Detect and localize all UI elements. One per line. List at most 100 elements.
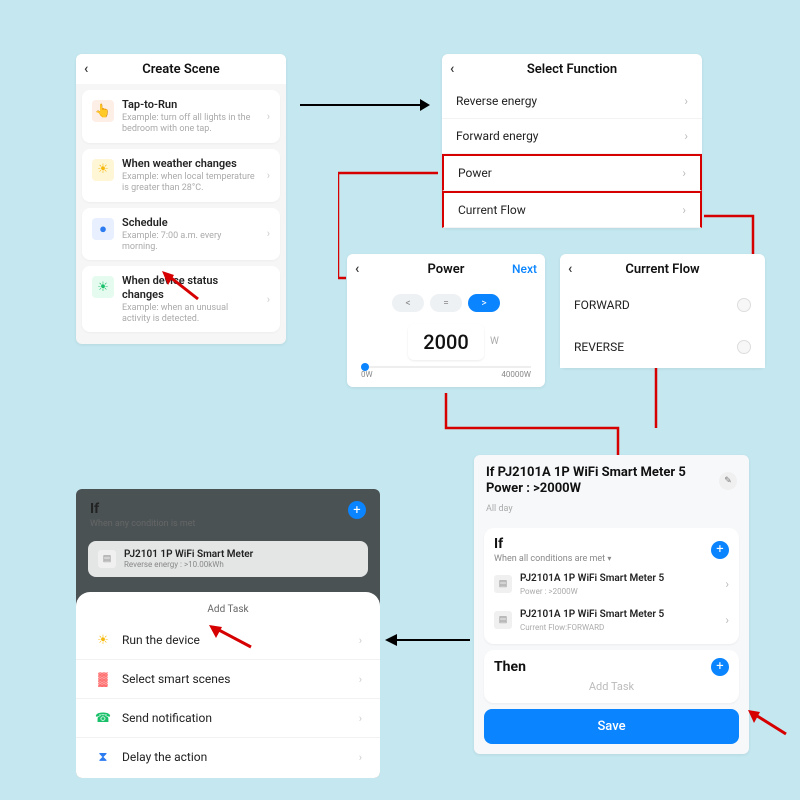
power-slider[interactable] bbox=[361, 366, 531, 368]
function-row[interactable]: Forward energy › bbox=[442, 119, 702, 154]
page-title: Current Flow bbox=[625, 262, 699, 277]
flow-arrow bbox=[385, 630, 470, 650]
scene-option[interactable]: ☀ When weather changes Example: when loc… bbox=[82, 149, 280, 202]
condition-item[interactable]: ▤ PJ2101A 1P WiFi Smart Meter 5 Power : … bbox=[494, 564, 729, 600]
function-row[interactable]: Current Flow› bbox=[442, 191, 702, 228]
chevron-right-icon: › bbox=[359, 634, 362, 647]
chevron-right-icon: › bbox=[725, 613, 729, 627]
task-icon: ▓ bbox=[94, 670, 112, 688]
task-label: Run the device bbox=[122, 633, 200, 647]
chevron-right-icon: › bbox=[682, 203, 686, 217]
condition-name: PJ2101 1P WiFi Smart Meter bbox=[124, 549, 253, 560]
option-subtitle: Example: 7:00 a.m. every morning. bbox=[122, 231, 259, 253]
scene-option[interactable]: ☀ When device status changes Example: wh… bbox=[82, 266, 280, 332]
option-label: FORWARD bbox=[574, 298, 630, 312]
task-label: Delay the action bbox=[122, 750, 207, 764]
task-icon: ☎ bbox=[94, 709, 112, 727]
sheet-title: Add Task bbox=[76, 598, 380, 621]
op-equal[interactable]: = bbox=[430, 294, 462, 312]
condition-detail: Current Flow:FORWARD bbox=[520, 623, 717, 632]
option-subtitle: Example: turn off all lights in the bedr… bbox=[122, 113, 259, 135]
task-option[interactable]: ⧗ Delay the action › bbox=[76, 738, 380, 776]
add-task-placeholder[interactable]: Add Task bbox=[494, 676, 729, 699]
if-label: If bbox=[90, 501, 366, 517]
if-sublabel: When all conditions are met ▾ bbox=[494, 554, 611, 564]
task-option[interactable]: ▓ Select smart scenes › bbox=[76, 660, 380, 699]
add-condition-button[interactable]: + bbox=[348, 501, 366, 519]
task-option[interactable]: ☀ Run the device › bbox=[76, 621, 380, 660]
back-icon[interactable]: ‹ bbox=[355, 261, 359, 277]
condition-name: PJ2101A 1P WiFi Smart Meter 5 bbox=[520, 609, 717, 621]
if-section: If When all conditions are met ▾ + ▤ PJ2… bbox=[484, 528, 739, 644]
option-subtitle: Example: when an unusual activity is det… bbox=[122, 303, 259, 325]
panel-header: ‹ Current Flow bbox=[560, 254, 765, 284]
range-max: 40000W bbox=[501, 370, 531, 379]
power-value-input[interactable]: 2000 bbox=[408, 324, 484, 360]
select-function-panel: ‹ Select Function Reverse energy›Forward… bbox=[442, 54, 702, 228]
page-title: Create Scene bbox=[142, 62, 220, 77]
chevron-right-icon: › bbox=[359, 751, 362, 764]
back-icon[interactable]: ‹ bbox=[568, 261, 572, 277]
unit-label: W bbox=[490, 336, 499, 347]
device-icon: ▤ bbox=[494, 611, 512, 629]
schedule-label: All day bbox=[474, 504, 749, 522]
task-icon: ⧗ bbox=[94, 748, 112, 766]
if-label: If bbox=[494, 536, 611, 552]
page-title: Select Function bbox=[527, 62, 617, 77]
create-scene-panel: ‹ Create Scene 👆 Tap-to-Run Example: tur… bbox=[76, 54, 286, 344]
operator-segment: < = > bbox=[347, 284, 545, 318]
option-title: When device status changes bbox=[122, 274, 259, 300]
next-button[interactable]: Next bbox=[512, 262, 537, 276]
function-label: Reverse energy bbox=[456, 94, 537, 108]
condition-item[interactable]: ▤ PJ2101A 1P WiFi Smart Meter 5 Current … bbox=[494, 600, 729, 636]
chevron-right-icon: › bbox=[684, 129, 688, 143]
option-title: When weather changes bbox=[122, 157, 259, 170]
then-label: Then bbox=[494, 659, 526, 675]
chevron-right-icon: › bbox=[359, 712, 362, 725]
current-flow-panel: ‹ Current Flow FORWARD REVERSE bbox=[560, 254, 765, 368]
highlight-arrow bbox=[748, 710, 788, 736]
radio-icon bbox=[737, 340, 751, 354]
option-subtitle: Example: when local temperature is great… bbox=[122, 172, 259, 194]
chevron-right-icon: › bbox=[267, 293, 270, 306]
option-title: Tap-to-Run bbox=[122, 98, 259, 111]
option-title: Schedule bbox=[122, 216, 259, 229]
scene-option[interactable]: 👆 Tap-to-Run Example: turn off all light… bbox=[82, 90, 280, 143]
task-label: Select smart scenes bbox=[122, 672, 230, 686]
device-icon: ▤ bbox=[98, 550, 116, 568]
save-button[interactable]: Save bbox=[484, 709, 739, 744]
rule-header: If PJ2101A 1P WiFi Smart Meter 5 Power :… bbox=[474, 455, 749, 504]
range-min: 0W bbox=[361, 370, 373, 379]
add-condition-button[interactable]: + bbox=[711, 541, 729, 559]
scene-option[interactable]: ● Schedule Example: 7:00 a.m. every morn… bbox=[82, 208, 280, 261]
back-icon[interactable]: ‹ bbox=[450, 61, 454, 77]
slider-range: 0W 40000W bbox=[347, 368, 545, 387]
condition-detail: Power : >2000W bbox=[520, 587, 717, 596]
chevron-right-icon: › bbox=[359, 673, 362, 686]
then-section: Then + Add Task bbox=[484, 650, 739, 703]
chevron-right-icon: › bbox=[684, 94, 688, 108]
flow-arrow bbox=[300, 95, 430, 115]
device-icon: ▤ bbox=[494, 575, 512, 593]
function-row[interactable]: Reverse energy › bbox=[442, 84, 702, 119]
back-icon[interactable]: ‹ bbox=[84, 61, 88, 77]
rule-panel: If PJ2101A 1P WiFi Smart Meter 5 Power :… bbox=[474, 455, 749, 754]
task-label: Send notification bbox=[122, 711, 212, 725]
page-title: Power bbox=[428, 262, 465, 277]
op-less-than[interactable]: < bbox=[392, 294, 424, 312]
add-task-modal: If When any condition is met + ▤ PJ2101 … bbox=[76, 489, 380, 778]
edit-icon[interactable]: ✎ bbox=[719, 472, 737, 490]
option-icon: ● bbox=[92, 218, 114, 240]
flow-option[interactable]: REVERSE bbox=[560, 326, 765, 368]
function-row[interactable]: Power› bbox=[442, 154, 702, 191]
flow-option[interactable]: FORWARD bbox=[560, 284, 765, 326]
task-option[interactable]: ☎ Send notification › bbox=[76, 699, 380, 738]
condition-item[interactable]: ▤ PJ2101 1P WiFi Smart Meter Reverse ene… bbox=[88, 541, 368, 577]
if-sublabel: When any condition is met bbox=[90, 519, 366, 529]
add-task-button[interactable]: + bbox=[711, 658, 729, 676]
option-icon: ☀ bbox=[92, 276, 114, 298]
function-label: Forward energy bbox=[456, 129, 539, 143]
op-greater-than[interactable]: > bbox=[468, 294, 500, 312]
action-sheet: Add Task ☀ Run the device › ▓ Select sma… bbox=[76, 592, 380, 778]
chevron-right-icon: › bbox=[267, 169, 270, 182]
